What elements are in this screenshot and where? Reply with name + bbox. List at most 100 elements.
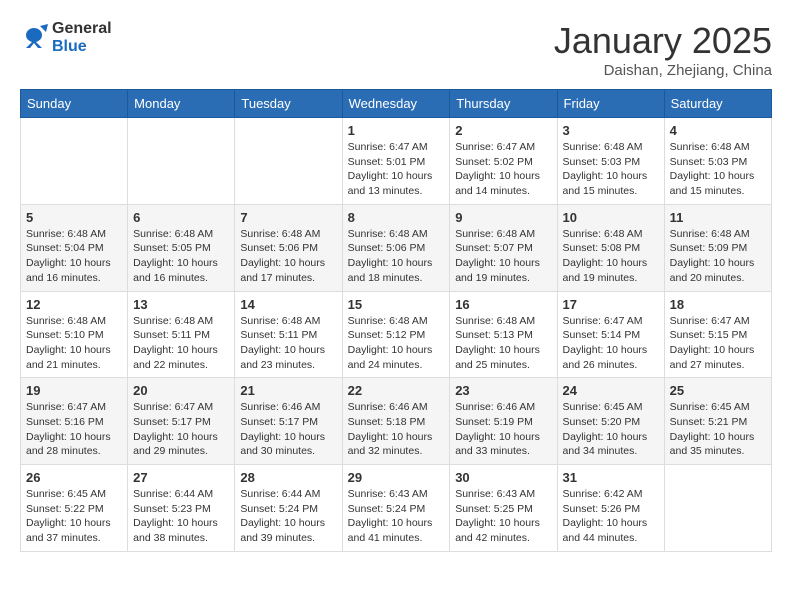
calendar-week-4: 19 Sunrise: 6:47 AM Sunset: 5:16 PM Dayli… bbox=[21, 378, 772, 465]
calendar-cell: 8 Sunrise: 6:48 AM Sunset: 5:06 PM Daylig… bbox=[342, 204, 450, 291]
calendar-cell: 2 Sunrise: 6:47 AM Sunset: 5:02 PM Daylig… bbox=[450, 118, 557, 205]
calendar-cell: 31 Sunrise: 6:42 AM Sunset: 5:26 PM Dayli… bbox=[557, 465, 664, 552]
calendar-cell: 29Sunrise: 6:43 AM Sunset: 5:24 PM Dayli… bbox=[342, 465, 450, 552]
day-number: 11 bbox=[670, 210, 766, 225]
day-number: 22 bbox=[348, 383, 445, 398]
calendar-cell: 19 Sunrise: 6:47 AM Sunset: 5:16 PM Dayli… bbox=[21, 378, 128, 465]
day-info: Sunrise: 6:47 AM Sunset: 5:02 PM Dayligh… bbox=[455, 140, 551, 199]
calendar-cell bbox=[664, 465, 771, 552]
day-number: 24 bbox=[563, 383, 659, 398]
day-number: 6 bbox=[133, 210, 229, 225]
day-number: 14 bbox=[240, 297, 336, 312]
calendar-cell: 3Sunrise: 6:48 AM Sunset: 5:03 PM Daylig… bbox=[557, 118, 664, 205]
day-number: 4 bbox=[670, 123, 766, 138]
day-info: Sunrise: 6:48 AM Sunset: 5:11 PM Dayligh… bbox=[133, 314, 229, 373]
calendar-cell: 4 Sunrise: 6:48 AM Sunset: 5:03 PM Daylig… bbox=[664, 118, 771, 205]
day-info: Sunrise: 6:44 AM Sunset: 5:24 PM Dayligh… bbox=[240, 487, 336, 546]
calendar-cell: 23 Sunrise: 6:46 AM Sunset: 5:19 PM Dayli… bbox=[450, 378, 557, 465]
calendar-cell: 14 Sunrise: 6:48 AM Sunset: 5:11 PM Dayli… bbox=[235, 291, 342, 378]
calendar-cell: 25 Sunrise: 6:45 AM Sunset: 5:21 PM Dayli… bbox=[664, 378, 771, 465]
weekday-header-thursday: Thursday bbox=[450, 90, 557, 118]
weekday-header-row: SundayMondayTuesdayWednesdayThursdayFrid… bbox=[21, 90, 772, 118]
calendar-cell bbox=[235, 118, 342, 205]
calendar-cell: 15Sunrise: 6:48 AM Sunset: 5:12 PM Dayli… bbox=[342, 291, 450, 378]
day-info: Sunrise: 6:48 AM Sunset: 5:03 PM Dayligh… bbox=[670, 140, 766, 199]
day-info: Sunrise: 6:48 AM Sunset: 5:06 PM Dayligh… bbox=[240, 227, 336, 286]
day-number: 31 bbox=[563, 470, 659, 485]
day-info: Sunrise: 6:45 AM Sunset: 5:20 PM Dayligh… bbox=[563, 400, 659, 459]
calendar-table: SundayMondayTuesdayWednesdayThursdayFrid… bbox=[20, 89, 772, 552]
day-number: 20 bbox=[133, 383, 229, 398]
day-info: Sunrise: 6:48 AM Sunset: 5:04 PM Dayligh… bbox=[26, 227, 122, 286]
day-number: 1 bbox=[348, 123, 445, 138]
calendar-cell: 21Sunrise: 6:46 AM Sunset: 5:17 PM Dayli… bbox=[235, 378, 342, 465]
day-info: Sunrise: 6:44 AM Sunset: 5:23 PM Dayligh… bbox=[133, 487, 229, 546]
day-number: 21 bbox=[240, 383, 336, 398]
calendar-week-2: 5Sunrise: 6:48 AM Sunset: 5:04 PM Daylig… bbox=[21, 204, 772, 291]
day-info: Sunrise: 6:42 AM Sunset: 5:26 PM Dayligh… bbox=[563, 487, 659, 546]
day-number: 7 bbox=[240, 210, 336, 225]
calendar-week-3: 12 Sunrise: 6:48 AM Sunset: 5:10 PM Dayli… bbox=[21, 291, 772, 378]
weekday-header-monday: Monday bbox=[128, 90, 235, 118]
page-header: GeneralBlue January 2025 Daishan, Zhejia… bbox=[20, 20, 772, 79]
day-number: 28 bbox=[240, 470, 336, 485]
calendar-cell: 10Sunrise: 6:48 AM Sunset: 5:08 PM Dayli… bbox=[557, 204, 664, 291]
calendar-cell bbox=[128, 118, 235, 205]
calendar-cell bbox=[21, 118, 128, 205]
day-info: Sunrise: 6:48 AM Sunset: 5:09 PM Dayligh… bbox=[670, 227, 766, 286]
day-info: Sunrise: 6:48 AM Sunset: 5:13 PM Dayligh… bbox=[455, 314, 551, 373]
day-number: 16 bbox=[455, 297, 551, 312]
day-info: Sunrise: 6:43 AM Sunset: 5:25 PM Dayligh… bbox=[455, 487, 551, 546]
day-info: Sunrise: 6:47 AM Sunset: 5:01 PM Dayligh… bbox=[348, 140, 445, 199]
calendar-cell: 24 Sunrise: 6:45 AM Sunset: 5:20 PM Dayli… bbox=[557, 378, 664, 465]
calendar-cell: 12 Sunrise: 6:48 AM Sunset: 5:10 PM Dayli… bbox=[21, 291, 128, 378]
day-number: 2 bbox=[455, 123, 551, 138]
weekday-header-sunday: Sunday bbox=[21, 90, 128, 118]
logo-bird-icon bbox=[20, 24, 48, 52]
calendar-week-1: 1 Sunrise: 6:47 AM Sunset: 5:01 PM Daylig… bbox=[21, 118, 772, 205]
day-number: 23 bbox=[455, 383, 551, 398]
calendar-week-5: 26Sunrise: 6:45 AM Sunset: 5:22 PM Dayli… bbox=[21, 465, 772, 552]
day-info: Sunrise: 6:46 AM Sunset: 5:19 PM Dayligh… bbox=[455, 400, 551, 459]
day-number: 29 bbox=[348, 470, 445, 485]
calendar-cell: 16 Sunrise: 6:48 AM Sunset: 5:13 PM Dayli… bbox=[450, 291, 557, 378]
calendar-cell: 9 Sunrise: 6:48 AM Sunset: 5:07 PM Daylig… bbox=[450, 204, 557, 291]
day-number: 12 bbox=[26, 297, 122, 312]
calendar-cell: 20 Sunrise: 6:47 AM Sunset: 5:17 PM Dayli… bbox=[128, 378, 235, 465]
calendar-cell: 11 Sunrise: 6:48 AM Sunset: 5:09 PM Dayli… bbox=[664, 204, 771, 291]
day-info: Sunrise: 6:48 AM Sunset: 5:10 PM Dayligh… bbox=[26, 314, 122, 373]
calendar-cell: 30 Sunrise: 6:43 AM Sunset: 5:25 PM Dayli… bbox=[450, 465, 557, 552]
calendar-cell: 13 Sunrise: 6:48 AM Sunset: 5:11 PM Dayli… bbox=[128, 291, 235, 378]
calendar-cell: 17 Sunrise: 6:47 AM Sunset: 5:14 PM Dayli… bbox=[557, 291, 664, 378]
day-number: 30 bbox=[455, 470, 551, 485]
day-number: 19 bbox=[26, 383, 122, 398]
calendar-cell: 26Sunrise: 6:45 AM Sunset: 5:22 PM Dayli… bbox=[21, 465, 128, 552]
day-info: Sunrise: 6:47 AM Sunset: 5:16 PM Dayligh… bbox=[26, 400, 122, 459]
day-info: Sunrise: 6:47 AM Sunset: 5:14 PM Dayligh… bbox=[563, 314, 659, 373]
day-info: Sunrise: 6:48 AM Sunset: 5:05 PM Dayligh… bbox=[133, 227, 229, 286]
day-info: Sunrise: 6:48 AM Sunset: 5:07 PM Dayligh… bbox=[455, 227, 551, 286]
day-info: Sunrise: 6:47 AM Sunset: 5:17 PM Dayligh… bbox=[133, 400, 229, 459]
day-number: 10 bbox=[563, 210, 659, 225]
logo-text: GeneralBlue bbox=[52, 20, 112, 56]
calendar-cell: 18Sunrise: 6:47 AM Sunset: 5:15 PM Dayli… bbox=[664, 291, 771, 378]
day-info: Sunrise: 6:48 AM Sunset: 5:06 PM Dayligh… bbox=[348, 227, 445, 286]
day-number: 17 bbox=[563, 297, 659, 312]
day-info: Sunrise: 6:48 AM Sunset: 5:12 PM Dayligh… bbox=[348, 314, 445, 373]
calendar-cell: 5Sunrise: 6:48 AM Sunset: 5:04 PM Daylig… bbox=[21, 204, 128, 291]
day-number: 25 bbox=[670, 383, 766, 398]
day-number: 9 bbox=[455, 210, 551, 225]
calendar-cell: 22Sunrise: 6:46 AM Sunset: 5:18 PM Dayli… bbox=[342, 378, 450, 465]
day-info: Sunrise: 6:47 AM Sunset: 5:15 PM Dayligh… bbox=[670, 314, 766, 373]
logo: GeneralBlue bbox=[20, 20, 112, 56]
calendar-cell: 6 Sunrise: 6:48 AM Sunset: 5:05 PM Daylig… bbox=[128, 204, 235, 291]
day-info: Sunrise: 6:45 AM Sunset: 5:21 PM Dayligh… bbox=[670, 400, 766, 459]
title-block: January 2025 Daishan, Zhejiang, China bbox=[554, 20, 772, 79]
day-number: 3 bbox=[563, 123, 659, 138]
day-info: Sunrise: 6:48 AM Sunset: 5:11 PM Dayligh… bbox=[240, 314, 336, 373]
day-number: 13 bbox=[133, 297, 229, 312]
day-number: 27 bbox=[133, 470, 229, 485]
calendar-cell: 7 Sunrise: 6:48 AM Sunset: 5:06 PM Daylig… bbox=[235, 204, 342, 291]
day-number: 8 bbox=[348, 210, 445, 225]
month-title: January 2025 bbox=[554, 20, 772, 62]
